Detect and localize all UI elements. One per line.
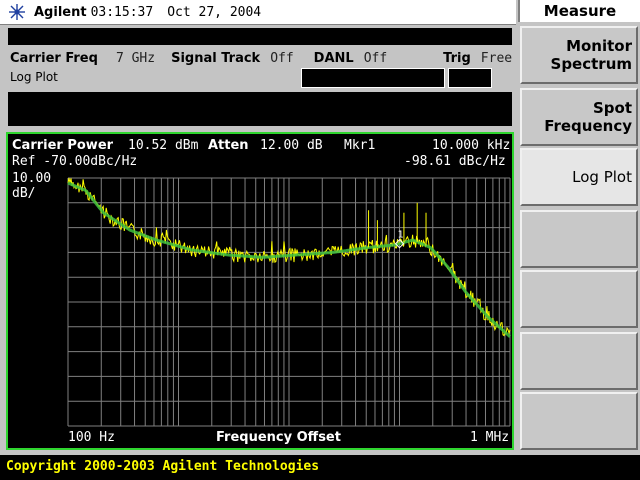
clock-time: 03:15:37 [90, 4, 154, 20]
softkey-spot-frequency[interactable]: Spot Frequency [520, 88, 638, 146]
log-plot-graph[interactable]: 1 Carrier Power 10.52 dBm Atten 12.00 dB… [6, 132, 514, 450]
clock-date: Oct 27, 2004 [167, 4, 262, 20]
start-frequency: 100 Hz [68, 430, 115, 445]
danl-value: Off [363, 50, 388, 66]
carrier-freq-value: 7 GHz [115, 50, 156, 66]
softkey-label: Spot [592, 99, 632, 117]
softkey-label: Spectrum [550, 55, 632, 73]
settings-bar: Carrier Freq 7 GHz Signal Track Off DANL… [10, 47, 514, 69]
marker-label: Mkr1 [344, 138, 376, 153]
softkey-log-plot[interactable]: Log Plot [520, 148, 638, 206]
trace-display: 1 [67, 177, 512, 427]
status-box [301, 68, 445, 88]
danl-label: DANL [313, 50, 354, 66]
trig-value: Free [480, 50, 513, 66]
atten-value: 12.00 dB [260, 138, 323, 153]
scale-value: 10.00 [12, 171, 52, 186]
signal-track-label: Signal Track [171, 50, 261, 66]
annotation-bar [8, 92, 512, 126]
brand-name: Agilent [34, 4, 87, 20]
softkey-label: Monitor [566, 37, 632, 55]
marker-frequency: 10.000 kHz [432, 138, 511, 153]
carrier-freq-label: Carrier Freq [10, 50, 98, 66]
marker-value: -98.61 dBc/Hz [404, 154, 506, 169]
carrier-power-label: Carrier Power [12, 138, 114, 153]
softkey-menu-title: Measure [518, 0, 640, 22]
softkey-label: Frequency [544, 117, 632, 135]
signal-track-value: Off [270, 50, 294, 66]
softkey-label: Log Plot [572, 168, 632, 186]
atten-label: Atten [208, 138, 249, 153]
softkey-blank-5[interactable] [520, 270, 638, 328]
stop-frequency: 1 MHz [470, 430, 510, 445]
status-bar: Copyright 2000-2003 Agilent Technologies [0, 455, 640, 480]
softkey-blank-4[interactable] [520, 210, 638, 268]
trig-label: Trig [443, 50, 471, 66]
scale-unit: dB/ [12, 186, 36, 201]
title-bar: Agilent 03:15:37 Oct 27, 2004 [0, 0, 516, 25]
x-axis-label: Frequency Offset [216, 430, 341, 445]
carrier-power-value: 10.52 dBm [128, 138, 199, 153]
measurement-area: Carrier Freq 7 GHz Signal Track Off DANL… [0, 25, 516, 454]
message-bar [8, 28, 512, 45]
view-name: Log Plot [10, 70, 58, 84]
softkey-panel: Measure Monitor Spectrum Spot Frequency Lo… [518, 0, 640, 454]
marker-number: 1 [398, 230, 404, 241]
agilent-logo-icon [9, 4, 25, 20]
softkey-blank-7[interactable] [520, 392, 638, 450]
softkey-blank-6[interactable] [520, 332, 638, 390]
copyright-text: Copyright 2000-2003 Agilent Technologies [6, 459, 320, 474]
softkey-monitor-spectrum[interactable]: Monitor Spectrum [520, 26, 638, 84]
status-box [448, 68, 492, 88]
reference-level: Ref -70.00dBc/Hz [12, 154, 138, 169]
